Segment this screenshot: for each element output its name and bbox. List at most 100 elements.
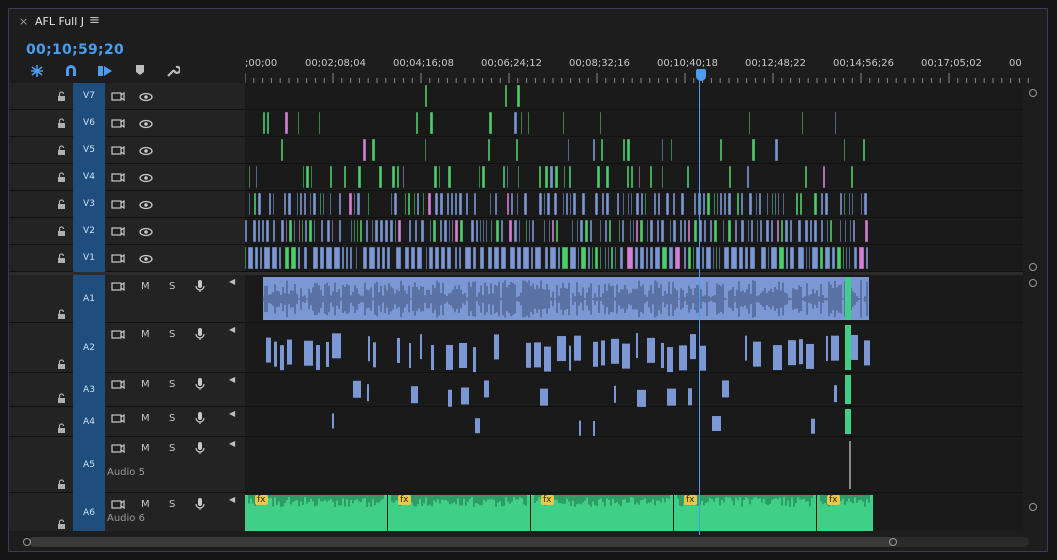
sync-lock-icon[interactable] bbox=[111, 91, 125, 105]
expand-track-icon[interactable]: ◀ bbox=[229, 375, 235, 384]
track-label-a5[interactable]: A5 bbox=[73, 437, 105, 493]
eye-icon[interactable] bbox=[139, 254, 153, 267]
mute-button[interactable]: M bbox=[141, 379, 150, 390]
solo-button[interactable]: S bbox=[169, 499, 175, 510]
track-label-v5[interactable]: V5 bbox=[73, 137, 105, 164]
lock-icon[interactable] bbox=[57, 479, 66, 493]
track-label-a4[interactable]: A4 bbox=[73, 407, 105, 437]
ruler-label: 00;14;56;26 bbox=[833, 58, 895, 69]
fx-badge: fx bbox=[398, 495, 411, 505]
expand-track-icon[interactable]: ◀ bbox=[229, 325, 235, 334]
playhead-handle[interactable] bbox=[696, 69, 706, 81]
mute-button[interactable]: M bbox=[141, 413, 150, 424]
track-label-v2[interactable]: V2 bbox=[73, 218, 105, 245]
hscroll-left-handle[interactable] bbox=[23, 538, 31, 546]
track-name-a5[interactable]: Audio 5 bbox=[107, 467, 145, 478]
sync-lock-icon[interactable] bbox=[111, 443, 125, 457]
microphone-icon[interactable] bbox=[195, 497, 205, 514]
solo-button[interactable]: S bbox=[169, 329, 175, 340]
lock-icon[interactable] bbox=[57, 359, 66, 373]
track-name-a6[interactable]: Audio 6 bbox=[107, 513, 145, 524]
track-label-a2[interactable]: A2 bbox=[73, 323, 105, 373]
sync-lock-icon[interactable] bbox=[111, 499, 125, 513]
playhead-timecode[interactable]: 00;10;59;20 bbox=[26, 42, 124, 58]
sync-lock-icon[interactable] bbox=[111, 199, 125, 213]
sync-lock-icon[interactable] bbox=[111, 281, 125, 295]
solo-button[interactable]: S bbox=[169, 443, 175, 454]
video-scroll-top[interactable] bbox=[1029, 89, 1037, 97]
lock-icon[interactable] bbox=[57, 91, 66, 105]
track-label-v3[interactable]: V3 bbox=[73, 191, 105, 218]
microphone-icon[interactable] bbox=[195, 377, 205, 394]
sync-lock-icon[interactable] bbox=[111, 118, 125, 132]
lock-icon[interactable] bbox=[57, 309, 66, 323]
ruler-label: ;00;00 bbox=[245, 58, 278, 69]
lock-icon[interactable] bbox=[57, 253, 66, 267]
lock-icon[interactable] bbox=[57, 145, 66, 159]
track-label-a1[interactable]: A1 bbox=[73, 275, 105, 323]
sync-lock-icon[interactable] bbox=[111, 145, 125, 159]
hscroll-right-handle[interactable] bbox=[889, 538, 897, 546]
eye-icon[interactable] bbox=[139, 146, 153, 159]
sync-lock-icon[interactable] bbox=[111, 253, 125, 267]
panel-menu-icon[interactable]: ≡ bbox=[89, 13, 100, 28]
close-tab-icon[interactable]: × bbox=[19, 15, 28, 28]
lock-icon[interactable] bbox=[57, 118, 66, 132]
audio-track-row-a6: A6 M S ◀ Audio 6 fx fx fx fx fx bbox=[9, 493, 1023, 533]
lock-icon[interactable] bbox=[57, 199, 66, 213]
mute-button[interactable]: M bbox=[141, 443, 150, 454]
sync-lock-icon[interactable] bbox=[111, 172, 125, 186]
hscroll-thumb[interactable] bbox=[29, 537, 893, 547]
panel-tab-bar: × AFL Full J ≡ bbox=[9, 9, 1047, 35]
microphone-icon[interactable] bbox=[195, 441, 205, 458]
video-lane-v6 bbox=[245, 110, 1023, 136]
mute-button[interactable]: M bbox=[141, 499, 150, 510]
fx-badge: fx bbox=[684, 495, 697, 505]
video-scroll-bottom[interactable] bbox=[1029, 263, 1037, 271]
track-label-v1[interactable]: V1 bbox=[73, 245, 105, 272]
microphone-icon[interactable] bbox=[195, 411, 205, 428]
microphone-icon[interactable] bbox=[195, 279, 205, 296]
expand-track-icon[interactable]: ◀ bbox=[229, 495, 235, 504]
eye-icon[interactable] bbox=[139, 200, 153, 213]
time-ruler[interactable]: ;00;00 00;02;08;04 00;04;16;08 00;06;24;12 0… bbox=[245, 53, 1045, 87]
expand-track-icon[interactable]: ◀ bbox=[229, 277, 235, 286]
eye-icon[interactable] bbox=[139, 92, 153, 105]
lock-icon[interactable] bbox=[57, 226, 66, 240]
nest-sequence-icon[interactable] bbox=[29, 64, 45, 82]
lock-icon[interactable] bbox=[57, 172, 66, 186]
sync-lock-icon[interactable] bbox=[111, 329, 125, 343]
microphone-icon[interactable] bbox=[195, 327, 205, 344]
add-marker-icon[interactable] bbox=[135, 64, 145, 80]
audio-scroll-top[interactable] bbox=[1029, 279, 1037, 287]
track-label-a6[interactable]: A6 bbox=[73, 493, 105, 533]
sync-lock-icon[interactable] bbox=[111, 413, 125, 427]
eye-icon[interactable] bbox=[139, 119, 153, 132]
playhead-line[interactable] bbox=[699, 79, 700, 535]
eye-icon[interactable] bbox=[139, 173, 153, 186]
sequence-tab-title[interactable]: AFL Full J bbox=[35, 15, 84, 28]
expand-track-icon[interactable]: ◀ bbox=[229, 409, 235, 418]
expand-track-icon[interactable]: ◀ bbox=[229, 439, 235, 448]
lock-icon[interactable] bbox=[57, 393, 66, 407]
sync-lock-icon[interactable] bbox=[111, 379, 125, 393]
wrench-icon[interactable] bbox=[166, 64, 182, 82]
track-label-a3[interactable]: A3 bbox=[73, 373, 105, 407]
audio-scroll-bottom[interactable] bbox=[1029, 503, 1037, 511]
horizontal-scrollbar[interactable] bbox=[9, 531, 1047, 551]
audio-track-row-a5: A5 M S ◀ Audio 5 bbox=[9, 437, 1023, 493]
solo-button[interactable]: S bbox=[169, 281, 175, 292]
solo-button[interactable]: S bbox=[169, 379, 175, 390]
magnet-icon[interactable] bbox=[64, 64, 78, 82]
mute-button[interactable]: M bbox=[141, 329, 150, 340]
track-label-v4[interactable]: V4 bbox=[73, 164, 105, 191]
linked-selection-icon[interactable] bbox=[97, 64, 113, 82]
mute-button[interactable]: M bbox=[141, 281, 150, 292]
sync-lock-icon[interactable] bbox=[111, 226, 125, 240]
eye-icon[interactable] bbox=[139, 227, 153, 240]
track-label-v6[interactable]: V6 bbox=[73, 110, 105, 137]
audio-lane-a6 bbox=[245, 493, 1023, 532]
lock-icon[interactable] bbox=[57, 423, 66, 437]
track-label-v7[interactable]: V7 bbox=[73, 83, 105, 110]
solo-button[interactable]: S bbox=[169, 413, 175, 424]
